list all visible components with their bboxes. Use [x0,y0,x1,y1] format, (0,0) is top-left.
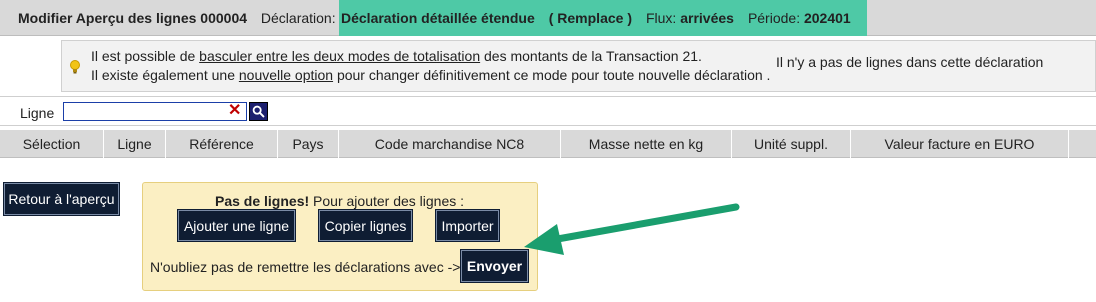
new-option-link[interactable]: nouvelle option [239,67,333,83]
copy-lines-button[interactable]: Copier lignes [319,210,412,241]
empty-message: Pas de lignes! Pour ajouter des lignes : [215,193,465,209]
submit-reminder: N'oubliez pas de remettre les déclaratio… [150,259,461,275]
import-button[interactable]: Importer [436,210,499,241]
line-filter-input[interactable] [63,102,247,121]
column-header-net-mass[interactable]: Masse nette en kg [561,130,732,158]
lightbulb-icon [70,60,80,74]
column-header-country[interactable]: Pays [278,130,339,158]
periode-label: Période: [747,10,801,26]
no-lines-message: Il n'y a pas de lignes dans cette déclar… [776,54,1044,70]
back-to-overview-button[interactable]: Retour à l'aperçu [4,183,119,215]
declaration-info: Déclaration détaillée étendue ( Remplace … [341,10,851,26]
declaration-value: Déclaration détaillée étendue [341,10,535,26]
clear-icon[interactable]: ✕ [228,100,241,120]
page-title-block: Modifier Aperçu des lignes 000004 Déclar… [18,10,336,26]
info-line-2: Il existe également une nouvelle option … [91,67,771,83]
toggle-totalisation-link[interactable]: basculer entre les deux modes de totalis… [199,48,480,64]
info-line-1: Il est possible de basculer entre les de… [91,48,702,64]
send-button[interactable]: Envoyer [461,250,528,282]
column-header-invoice-value[interactable]: Valeur facture en EURO [851,130,1069,158]
declaration-label: Déclaration: [260,10,336,26]
column-header-line[interactable]: Ligne [104,130,166,158]
empty-bold: Pas de lignes! [215,193,310,209]
info-text: Il est possible de basculer entre les de… [91,47,770,85]
column-header-reference[interactable]: Référence [166,130,278,158]
flux-label: Flux: [645,10,677,26]
column-header-nc8-code[interactable]: Code marchandise NC8 [339,130,561,158]
flux-value: arrivées [680,10,734,26]
column-header-supp-unit[interactable]: Unité suppl. [732,130,851,158]
replace-note: ( Remplace ) [548,10,632,26]
column-header-selection[interactable]: Sélection [0,130,104,158]
periode-value: 202401 [803,10,851,26]
add-line-button[interactable]: Ajouter une ligne [178,210,295,241]
line-filter-label: Ligne [20,105,55,121]
search-icon[interactable] [249,102,268,121]
page-title: Modifier Aperçu des lignes 000004 [18,10,248,26]
